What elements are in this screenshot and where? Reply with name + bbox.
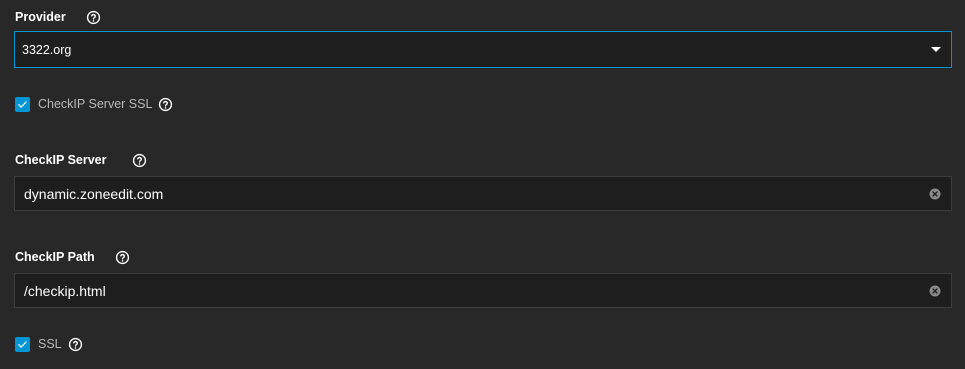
help-circle-icon[interactable] xyxy=(158,97,173,112)
help-circle-icon[interactable] xyxy=(86,10,101,25)
checkip-server-ssl-checkbox[interactable] xyxy=(15,96,30,112)
checkip-server-label-row: CheckIP Server xyxy=(15,151,147,169)
clear-circle-icon[interactable] xyxy=(929,188,941,200)
ssl-checkbox[interactable] xyxy=(15,336,30,352)
checkip-server-input[interactable]: dynamic.zoneedit.com xyxy=(14,176,952,211)
checkip-path-label-row: CheckIP Path xyxy=(15,248,130,266)
provider-select-value: 3322.org xyxy=(22,42,72,57)
checkip-server-ssl-label[interactable]: CheckIP Server SSL xyxy=(38,97,152,111)
checkip-server-label: CheckIP Server xyxy=(15,153,107,167)
help-circle-icon[interactable] xyxy=(115,250,130,265)
checkip-path-input[interactable]: /checkip.html xyxy=(14,273,952,308)
ssl-row: SSL xyxy=(15,336,83,352)
provider-label: Provider xyxy=(15,10,66,24)
ssl-label[interactable]: SSL xyxy=(38,337,62,351)
checkip-server-value[interactable]: dynamic.zoneedit.com xyxy=(15,186,951,202)
help-circle-icon[interactable] xyxy=(68,337,83,352)
checkip-server-ssl-row: CheckIP Server SSL xyxy=(15,96,173,112)
caret-down-icon[interactable] xyxy=(931,46,941,52)
provider-label-row: Provider xyxy=(15,8,101,26)
dynamic-dns-form: Provider 3322.org CheckIP Server SSL Che… xyxy=(0,0,965,369)
checkip-path-value[interactable]: /checkip.html xyxy=(15,283,951,299)
help-circle-icon[interactable] xyxy=(132,153,147,168)
clear-circle-icon[interactable] xyxy=(929,285,941,297)
provider-select[interactable]: 3322.org xyxy=(14,31,952,68)
checkip-path-label: CheckIP Path xyxy=(15,250,95,264)
